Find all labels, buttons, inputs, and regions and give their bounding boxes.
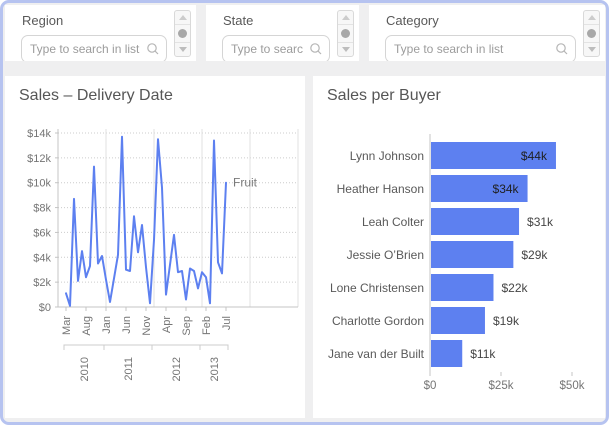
filter-title-category: Category xyxy=(386,13,439,28)
svg-text:2011: 2011 xyxy=(123,357,135,381)
svg-text:Fruit: Fruit xyxy=(233,176,258,190)
svg-text:2013: 2013 xyxy=(209,357,221,381)
bar-chart-title: Sales per Buyer xyxy=(327,87,441,105)
filter-card-state: State xyxy=(206,5,359,61)
svg-text:$34k: $34k xyxy=(493,182,520,196)
svg-text:2012: 2012 xyxy=(171,357,183,381)
svg-text:$8k: $8k xyxy=(33,203,51,215)
scrollbar[interactable] xyxy=(174,10,191,57)
svg-text:$10k: $10k xyxy=(27,178,51,190)
svg-text:$22k: $22k xyxy=(501,281,528,295)
scroll-down-icon[interactable] xyxy=(584,42,599,56)
svg-text:Jan: Jan xyxy=(101,316,113,334)
svg-text:$0: $0 xyxy=(424,380,437,392)
search-box xyxy=(222,35,330,61)
svg-text:Lynn Johnson: Lynn Johnson xyxy=(350,149,424,163)
filter-title-region: Region xyxy=(22,13,63,28)
svg-text:Leah Colter: Leah Colter xyxy=(362,215,424,229)
filter-card-region: Region xyxy=(5,5,196,61)
svg-text:Heather Hanson: Heather Hanson xyxy=(337,182,424,196)
search-box xyxy=(21,35,167,61)
scroll-thumb[interactable] xyxy=(338,25,353,42)
svg-text:Jul: Jul xyxy=(221,316,233,330)
svg-text:Apr: Apr xyxy=(161,316,173,333)
scroll-down-icon[interactable] xyxy=(338,42,353,56)
svg-text:$31k: $31k xyxy=(527,215,554,229)
line-chart-card: $0 $2k $4k $6k $8k $10k $12k $14k Mar Aug Jan Jun No… xyxy=(5,76,305,418)
svg-text:$50k: $50k xyxy=(560,380,585,392)
svg-text:Mar: Mar xyxy=(61,316,73,335)
svg-text:Jessie O’Brien: Jessie O’Brien xyxy=(347,248,424,262)
delivery-date-line-chart[interactable]: $0 $2k $4k $6k $8k $10k $12k $14k Mar Aug Jan Jun No… xyxy=(5,76,305,418)
scroll-thumb[interactable] xyxy=(175,25,190,42)
svg-text:$14k: $14k xyxy=(27,128,51,140)
scrollbar[interactable] xyxy=(337,10,354,57)
svg-text:$25k: $25k xyxy=(489,380,514,392)
svg-text:$11k: $11k xyxy=(470,347,496,361)
scroll-up-icon[interactable] xyxy=(175,11,190,25)
line-chart-title: Sales – Delivery Date xyxy=(19,87,173,105)
search-icon xyxy=(309,42,323,56)
svg-text:Aug: Aug xyxy=(81,316,93,336)
scrollbar[interactable] xyxy=(583,10,600,57)
search-input-category[interactable] xyxy=(385,35,576,61)
svg-text:$44k: $44k xyxy=(521,149,548,163)
scroll-up-icon[interactable] xyxy=(338,11,353,25)
app-frame: Region State xyxy=(0,0,609,425)
search-icon xyxy=(146,42,160,56)
svg-text:Jane van der Built: Jane van der Built xyxy=(328,347,425,361)
svg-text:$6k: $6k xyxy=(33,227,51,239)
svg-text:Nov: Nov xyxy=(141,316,153,336)
svg-text:$29k: $29k xyxy=(521,248,548,262)
search-box xyxy=(385,35,576,61)
sales-per-buyer-bar-chart[interactable]: Lynn Johnson $44k Heather Hanson $34k Leah C… xyxy=(313,76,605,418)
scroll-up-icon[interactable] xyxy=(584,11,599,25)
svg-text:$2k: $2k xyxy=(33,277,51,289)
scroll-down-icon[interactable] xyxy=(175,42,190,56)
bar-chart-card: Lynn Johnson $44k Heather Hanson $34k Leah C… xyxy=(313,76,605,418)
svg-text:2010: 2010 xyxy=(79,357,91,381)
svg-text:Sep: Sep xyxy=(181,316,193,336)
filter-title-state: State xyxy=(223,13,253,28)
svg-text:$12k: $12k xyxy=(27,153,51,165)
svg-text:$19k: $19k xyxy=(493,314,520,328)
search-icon xyxy=(555,42,569,56)
svg-text:Feb: Feb xyxy=(201,316,213,335)
svg-text:Lone Christensen: Lone Christensen xyxy=(330,281,424,295)
svg-text:$0: $0 xyxy=(39,302,51,314)
svg-text:Jun: Jun xyxy=(121,316,133,334)
filter-card-category: Category xyxy=(369,5,605,61)
scroll-thumb[interactable] xyxy=(584,25,599,42)
svg-text:Charlotte Gordon: Charlotte Gordon xyxy=(332,314,424,328)
svg-text:$4k: $4k xyxy=(33,252,51,264)
